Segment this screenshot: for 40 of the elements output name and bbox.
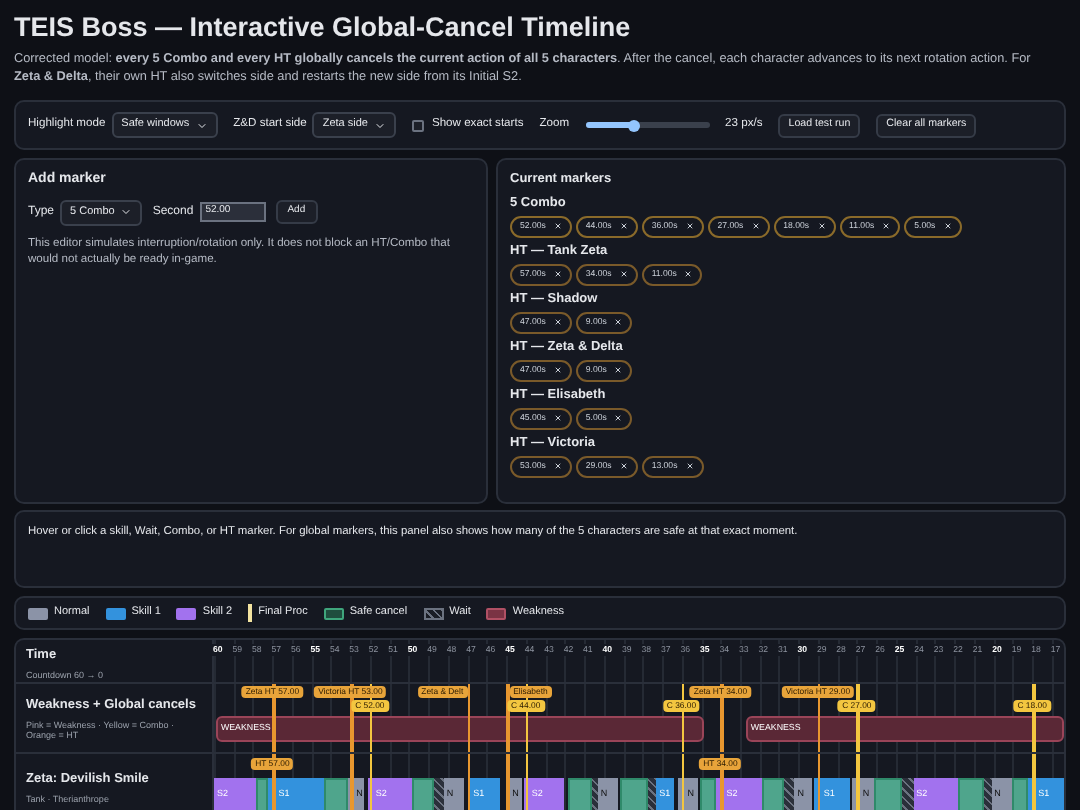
wait-segment[interactable] <box>784 778 795 810</box>
chevron-icon <box>195 119 208 131</box>
marker-line[interactable] <box>350 754 354 810</box>
skill-swatch <box>176 607 197 619</box>
marker-line[interactable] <box>467 754 471 810</box>
wait-segment[interactable] <box>648 778 657 810</box>
marker-line[interactable] <box>272 754 276 810</box>
marker-line[interactable] <box>856 754 860 810</box>
wait-swatch <box>423 607 444 619</box>
marker-line[interactable] <box>817 754 821 810</box>
chevron-icon <box>120 206 133 218</box>
marker-line[interactable] <box>720 754 724 810</box>
slider-thumb[interactable] <box>628 119 641 131</box>
page-title: TEIS Boss — Interactive Global-Cancel Timeline <box>14 12 633 44</box>
weakness-swatch <box>486 607 507 619</box>
marker-line[interactable] <box>1032 754 1036 810</box>
show-exact-starts-checkbox[interactable] <box>411 119 424 131</box>
wait-segment[interactable] <box>434 778 444 810</box>
marker-line[interactable] <box>350 684 354 752</box>
zoom-slider[interactable] <box>585 119 710 131</box>
normal-swatch <box>28 607 48 619</box>
safe-swatch <box>323 607 344 619</box>
marker-line[interactable] <box>720 684 724 752</box>
marker-line[interactable] <box>856 684 860 752</box>
safe-cancel-segment[interactable] <box>619 778 649 810</box>
safe-cancel-segment[interactable] <box>761 778 785 810</box>
safe-cancel-segment[interactable] <box>412 778 435 810</box>
marker-line[interactable] <box>506 754 510 810</box>
skill-swatch <box>105 607 126 619</box>
marker-line[interactable] <box>1032 684 1036 752</box>
wait-segment[interactable] <box>983 778 992 810</box>
marker-line[interactable] <box>369 754 373 810</box>
marker-line[interactable] <box>467 684 471 752</box>
chevron-icon <box>373 119 386 131</box>
marker-line[interactable] <box>681 754 685 810</box>
marker-line[interactable] <box>525 754 529 810</box>
marker-line[interactable] <box>506 684 510 752</box>
safe-cancel-segment[interactable] <box>699 778 717 810</box>
wait-segment[interactable] <box>591 778 598 810</box>
marker-line[interactable] <box>272 684 276 752</box>
